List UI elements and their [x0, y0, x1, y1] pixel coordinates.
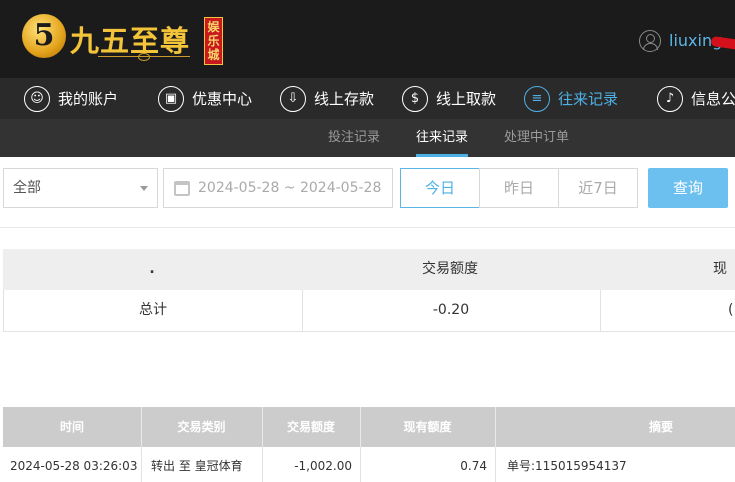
- records-icon: ≡: [524, 85, 550, 112]
- last-7-days-button[interactable]: 近7日: [558, 168, 638, 208]
- summary-total-row: 总计 -0.20 (: [3, 290, 735, 332]
- tab-transaction-records[interactable]: 往来记录: [416, 119, 469, 157]
- user-icon: ☺: [24, 85, 50, 112]
- details-header-cell: 摘要: [648, 420, 673, 434]
- details-header-cell: 交易额度: [286, 420, 335, 434]
- logo-text[interactable]: 九五至尊: [70, 18, 190, 60]
- type-cell: 转出 至 皇冠体育: [151, 459, 243, 473]
- balance-cell: 0.74: [460, 459, 487, 473]
- user-avatar-icon[interactable]: [639, 30, 661, 52]
- summary-cell: -0.20: [432, 302, 470, 318]
- type-select-value: 全部: [13, 180, 41, 196]
- summary-note-cell: 单号:115015954137: [507, 459, 627, 473]
- nav-label: 往来记录: [558, 90, 619, 108]
- summary-table-header: . 交易额度 现: [3, 249, 735, 290]
- nav-label: 线上存款: [314, 90, 375, 108]
- date-range-input[interactable]: 2024-05-28 ~ 2024-05-28: [163, 168, 393, 208]
- nav-withdraw[interactable]: $ 线上取款: [402, 78, 496, 119]
- today-button[interactable]: 今日: [400, 168, 480, 208]
- details-table-header: 时间 交易类别 交易额度 现有额度 摘要: [3, 407, 735, 447]
- yesterday-button[interactable]: 昨日: [479, 168, 559, 208]
- calendar-icon: [174, 181, 190, 196]
- details-header-cell: 时间: [59, 420, 84, 434]
- main-nav: ☺ 我的账户 ▣ 优惠中心 ⇩ 线上存款 $ 线上取款 ≡ 往来记录 ♪ 信息公: [0, 78, 735, 119]
- column-divider: [600, 290, 601, 331]
- query-button[interactable]: 查询: [648, 168, 728, 208]
- tab-pending-orders[interactable]: 处理中订单: [504, 119, 569, 157]
- nav-messages[interactable]: ♪ 信息公: [657, 78, 735, 119]
- logo-icon[interactable]: 5: [22, 14, 66, 58]
- logo-badge: 娱乐城: [204, 17, 223, 65]
- sub-nav: 投注记录 往来记录 处理中订单: [0, 119, 735, 157]
- nav-label: 信息公: [691, 90, 735, 108]
- logo-ornament-icon: [98, 53, 190, 62]
- details-header-cell: 交易类别: [177, 420, 226, 434]
- summary-header-cell: 交易额度: [422, 261, 478, 277]
- divider: [0, 227, 735, 228]
- summary-cell: 总计: [139, 302, 167, 318]
- summary-cell: (: [728, 302, 734, 318]
- nav-promotions[interactable]: ▣ 优惠中心: [158, 78, 252, 119]
- type-select[interactable]: 全部: [3, 168, 158, 208]
- nav-label: 优惠中心: [192, 90, 253, 108]
- nav-label: 我的账户: [58, 90, 119, 108]
- nav-label: 线上取款: [436, 90, 497, 108]
- logo-mark-text: 5: [33, 18, 55, 53]
- site-header: 5 九五至尊 娱乐城 liuxing: [0, 0, 735, 78]
- amount-cell: -1,002.00: [294, 459, 352, 473]
- date-range-value: 2024-05-28 ~ 2024-05-28: [198, 180, 382, 196]
- time-cell: 2024-05-28 03:26:03: [10, 459, 138, 473]
- summary-header-cell: 现: [713, 261, 727, 277]
- chevron-down-icon: [140, 186, 148, 191]
- summary-header-cell: .: [149, 261, 155, 277]
- details-header-cell: 现有额度: [403, 420, 452, 434]
- table-row: 2024-05-28 03:26:03 转出 至 皇冠体育 -1,002.00 …: [3, 447, 735, 482]
- gift-icon: ▣: [158, 85, 184, 112]
- nav-my-account[interactable]: ☺ 我的账户: [24, 78, 118, 119]
- nav-deposit[interactable]: ⇩ 线上存款: [280, 78, 374, 119]
- bell-icon: ♪: [657, 85, 683, 112]
- tab-bet-records[interactable]: 投注记录: [328, 119, 380, 157]
- nav-records[interactable]: ≡ 往来记录: [524, 78, 618, 119]
- withdraw-icon: $: [402, 85, 428, 112]
- deposit-icon: ⇩: [280, 85, 306, 112]
